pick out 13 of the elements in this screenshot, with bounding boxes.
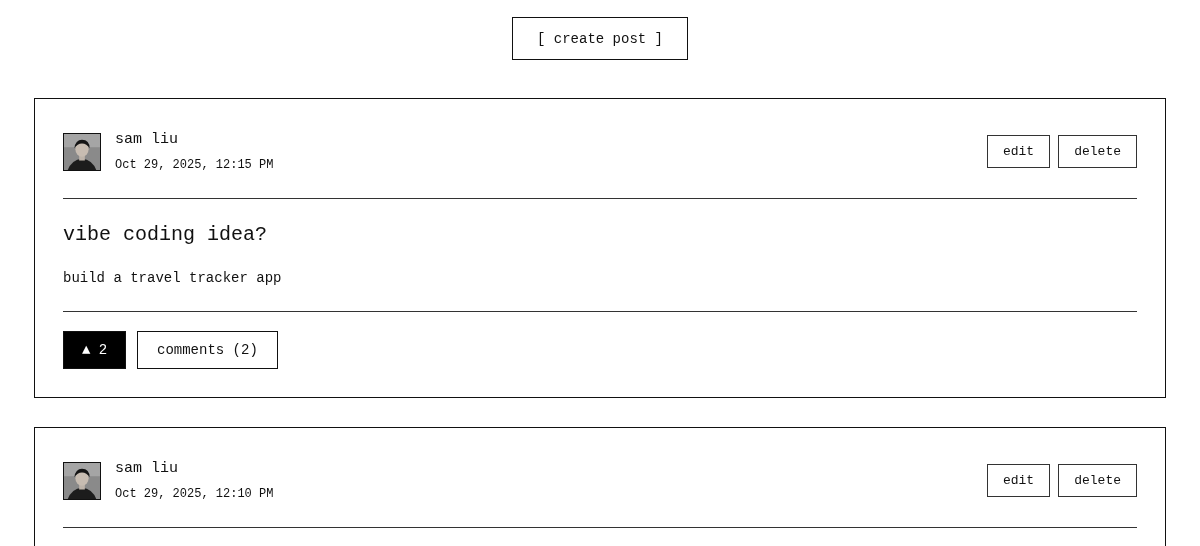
delete-button[interactable]: delete: [1058, 135, 1137, 168]
upvote-button[interactable]: ▲ 2: [63, 331, 126, 369]
post-date: Oct 29, 2025, 12:15 PM: [115, 157, 274, 174]
delete-button[interactable]: delete: [1058, 464, 1137, 497]
comments-button[interactable]: comments (2): [137, 331, 278, 369]
author-name: sam liu: [115, 130, 179, 150]
post-body: build a travel tracker app: [63, 269, 283, 287]
post-date: Oct 29, 2025, 12:10 PM: [115, 486, 274, 503]
edit-button[interactable]: edit: [986, 464, 1051, 497]
post-title: vibe coding idea?: [63, 223, 269, 247]
author-name: sam liu: [115, 459, 179, 479]
create-post-button[interactable]: [ create post ]: [512, 17, 688, 60]
edit-button[interactable]: edit: [986, 135, 1051, 168]
